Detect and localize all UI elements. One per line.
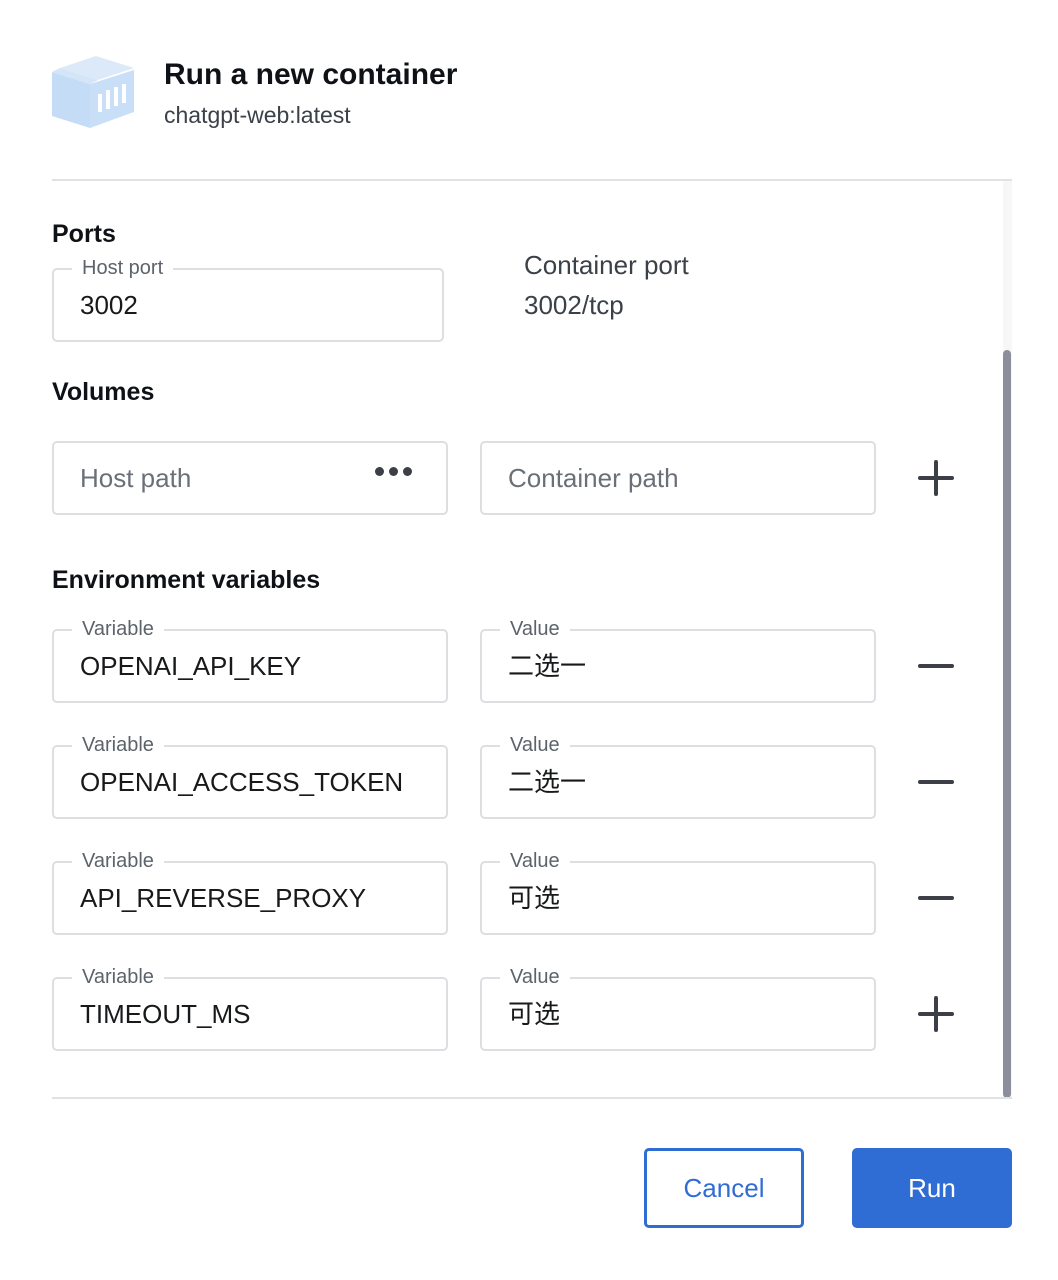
dialog-title: Run a new container — [164, 58, 458, 91]
env-variable-field[interactable]: Variable API_REVERSE_PROXY — [52, 848, 448, 935]
value-input[interactable]: 二选一 — [508, 747, 586, 817]
minus-icon — [918, 896, 954, 900]
variable-input[interactable]: TIMEOUT_MS — [80, 979, 250, 1049]
add-volume-button[interactable] — [914, 456, 958, 500]
run-button[interactable]: Run — [852, 1148, 1012, 1228]
value-input[interactable]: 可选 — [508, 979, 560, 1049]
footer-divider — [52, 1097, 1012, 1099]
scrollbar-thumb[interactable] — [1003, 350, 1011, 1098]
add-env-button[interactable] — [914, 992, 958, 1036]
image-name: chatgpt-web:latest — [164, 102, 351, 128]
container-path-field[interactable]: Container path — [480, 441, 876, 515]
variable-input[interactable]: OPENAI_API_KEY — [80, 631, 301, 701]
minus-icon — [918, 664, 954, 668]
variable-input[interactable]: OPENAI_ACCESS_TOKEN — [80, 747, 403, 817]
value-input[interactable]: 二选一 — [508, 631, 586, 701]
remove-env-button[interactable] — [914, 876, 958, 920]
host-port-field[interactable]: Host port 3002 — [52, 255, 444, 342]
container-port-label: Container port — [524, 250, 689, 280]
container-cube-icon — [52, 56, 134, 128]
env-variable-field[interactable]: Variable TIMEOUT_MS — [52, 964, 448, 1051]
cancel-button[interactable]: Cancel — [644, 1148, 804, 1228]
remove-env-button[interactable] — [914, 644, 958, 688]
header-divider — [52, 179, 1012, 181]
plus-icon — [918, 460, 954, 496]
env-value-field[interactable]: Value 可选 — [480, 848, 876, 935]
variable-input[interactable]: API_REVERSE_PROXY — [80, 863, 366, 933]
volumes-section-title: Volumes — [52, 378, 155, 406]
container-port-value: 3002/tcp — [524, 290, 624, 320]
env-value-field[interactable]: Value 可选 — [480, 964, 876, 1051]
env-value-field[interactable]: Value 二选一 — [480, 616, 876, 703]
remove-env-button[interactable] — [914, 760, 958, 804]
host-port-input[interactable]: 3002 — [80, 270, 138, 340]
host-path-input[interactable]: Host path — [80, 443, 191, 513]
env-variable-field[interactable]: Variable OPENAI_API_KEY — [52, 616, 448, 703]
ports-section-title: Ports — [52, 220, 116, 248]
dialog-header: Run a new container chatgpt-web:latest — [52, 54, 1012, 134]
minus-icon — [918, 780, 954, 784]
container-path-input[interactable]: Container path — [508, 443, 679, 513]
env-variable-field[interactable]: Variable OPENAI_ACCESS_TOKEN — [52, 732, 448, 819]
more-options-icon[interactable] — [375, 467, 412, 476]
host-path-field[interactable]: Host path — [52, 441, 448, 515]
env-value-field[interactable]: Value 二选一 — [480, 732, 876, 819]
value-input[interactable]: 可选 — [508, 863, 560, 933]
plus-icon — [918, 996, 954, 1032]
env-section-title: Environment variables — [52, 566, 321, 594]
